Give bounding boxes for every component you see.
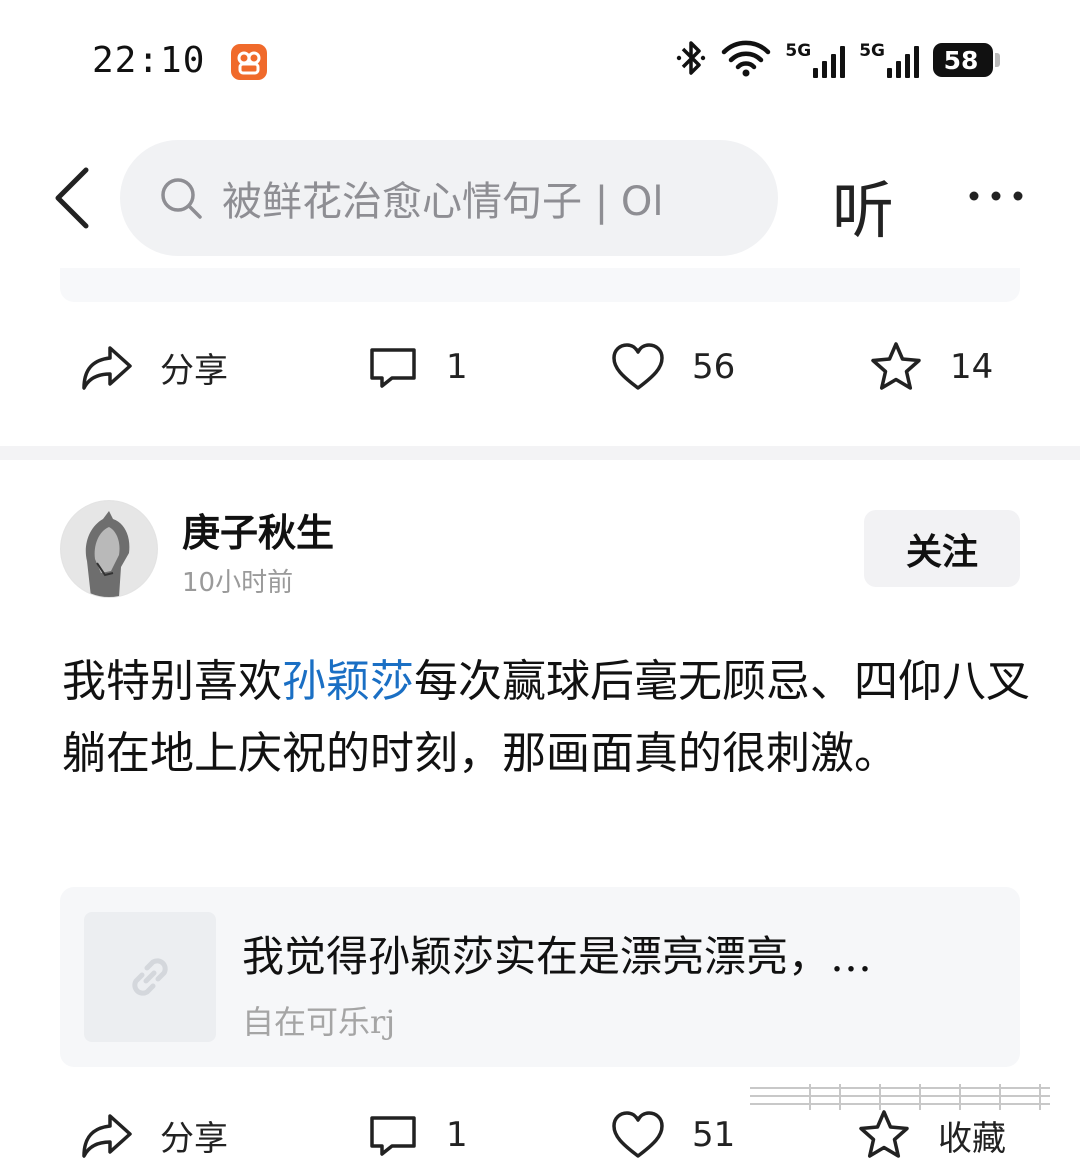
favorite-button[interactable]: 收藏 <box>856 1108 1006 1162</box>
battery-icon: 58 <box>933 43 993 77</box>
like-button[interactable]: 56 <box>610 340 735 394</box>
post-text: 我特别喜欢 <box>62 656 282 707</box>
back-icon[interactable] <box>48 164 96 236</box>
comment-count: 1 <box>446 347 468 387</box>
author-name[interactable]: 庚子秋生 <box>182 502 334 557</box>
network-type-label: 5G <box>785 41 812 61</box>
comment-icon <box>366 340 420 394</box>
linked-article-card[interactable]: 我觉得孙颖莎实在是漂亮漂亮，… 自在可乐rj <box>60 887 1020 1067</box>
star-icon <box>856 1108 912 1162</box>
share-icon <box>80 1108 134 1162</box>
link-title: 我觉得孙颖莎实在是漂亮漂亮，… <box>242 932 873 981</box>
heart-icon <box>610 1108 666 1162</box>
favorite-button[interactable]: 14 <box>868 340 993 394</box>
heart-icon <box>610 340 666 394</box>
like-count: 51 <box>692 1115 736 1155</box>
previous-card-edge <box>60 268 1020 302</box>
search-query-text: 被鲜花治愈心情句子 | Ol <box>222 179 664 225</box>
app-notification-icon <box>231 44 267 80</box>
status-icons: 5G 5G 58 <box>675 40 1000 80</box>
favorite-label: 收藏 <box>938 1118 1006 1159</box>
feed-divider <box>0 446 1080 460</box>
share-label: 分享 <box>160 350 228 391</box>
search-icon <box>158 175 204 221</box>
comment-button[interactable]: 1 <box>366 1108 468 1162</box>
favorite-count: 14 <box>950 347 994 387</box>
wifi-icon <box>721 38 771 82</box>
like-count: 56 <box>692 347 736 387</box>
comment-count: 1 <box>446 1115 468 1155</box>
network-type-label: 5G <box>859 41 885 61</box>
share-label: 分享 <box>160 1118 228 1159</box>
signal-5g-icon: 5G <box>785 41 846 78</box>
post-time: 10小时前 <box>182 568 294 598</box>
link-icon <box>122 949 178 1005</box>
comment-icon <box>366 1108 420 1162</box>
status-time: 22:10 <box>92 40 206 81</box>
post-body[interactable]: 我特别喜欢孙颖莎每次赢球后毫无顾忌、四仰八叉躺在地上庆祝的时刻，那画面真的很刺激… <box>62 646 1032 790</box>
listen-button[interactable]: 听 <box>832 160 894 250</box>
signal-5g-icon: 5G <box>859 42 919 78</box>
avatar[interactable] <box>60 500 158 598</box>
link-author: 自在可乐rj <box>242 1003 396 1041</box>
star-icon <box>868 340 924 394</box>
more-icon[interactable] <box>966 186 1026 210</box>
battery-tip <box>995 53 1000 67</box>
watermark <box>750 1082 1060 1116</box>
comment-button[interactable]: 1 <box>366 340 468 394</box>
share-icon <box>80 340 134 394</box>
topic-link[interactable]: 孙颖莎 <box>282 656 414 707</box>
like-button[interactable]: 51 <box>610 1108 735 1162</box>
bluetooth-icon <box>675 38 707 82</box>
share-button[interactable]: 分享 <box>80 340 228 394</box>
share-button[interactable]: 分享 <box>80 1108 228 1162</box>
link-thumbnail <box>84 912 216 1042</box>
search-bar[interactable]: 被鲜花治愈心情句子 | Ol <box>120 140 778 256</box>
follow-button[interactable]: 关注 <box>864 510 1020 587</box>
